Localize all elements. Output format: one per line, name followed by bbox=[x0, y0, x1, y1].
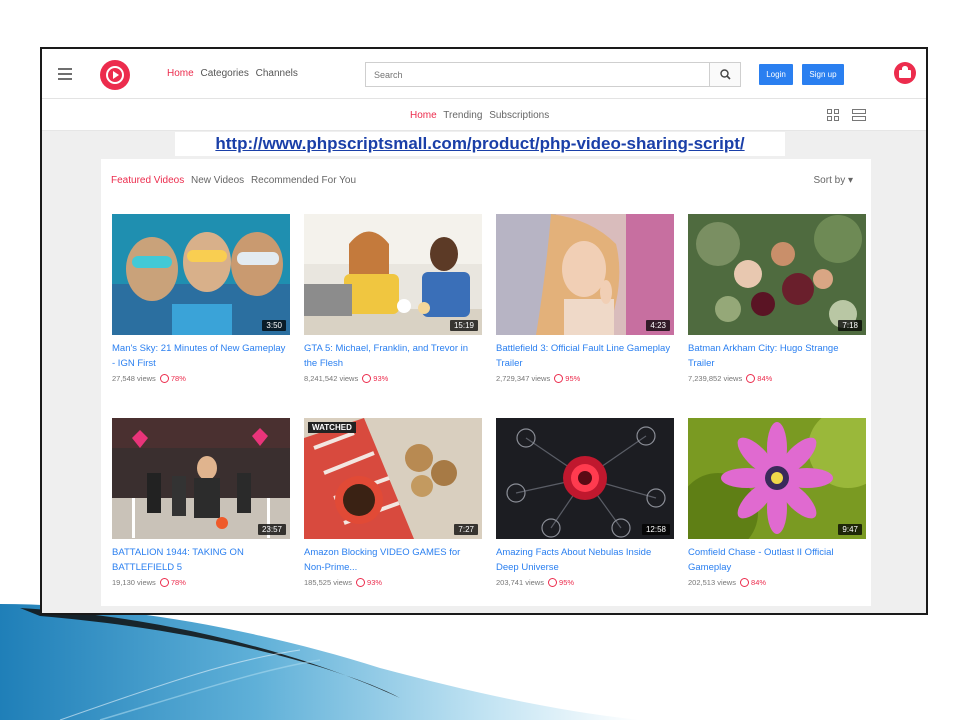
video-meta: 27,548 views 78% bbox=[112, 374, 290, 383]
view-count: 2,729,347 views bbox=[496, 374, 551, 383]
video-meta: 202,513 views 84% bbox=[688, 578, 866, 587]
video-card: 3:50 Man's Sky: 21 Minutes of New Gamepl… bbox=[112, 214, 290, 383]
rating-icon bbox=[356, 578, 366, 587]
rating-percent: 93% bbox=[373, 374, 389, 383]
screenshot-frame: Home Categories Channels Login Sign up bbox=[40, 47, 928, 615]
tab-new-videos[interactable]: New Videos bbox=[191, 175, 244, 186]
video-title[interactable]: GTA 5: Michael, Franklin, and Trevor in … bbox=[304, 341, 482, 371]
search-button[interactable] bbox=[709, 63, 740, 86]
video-title[interactable]: Amazing Facts About Nebulas Inside Deep … bbox=[496, 545, 674, 575]
video-card: 23:57 BATTALION 1944: TAKING ON BATTLEFI… bbox=[112, 418, 290, 587]
video-meta: 7,239,852 views 84% bbox=[688, 374, 866, 383]
rating-percent: 93% bbox=[367, 578, 383, 587]
nav-home[interactable]: Home bbox=[167, 68, 194, 79]
video-duration: 12:58 bbox=[641, 524, 670, 535]
search-icon bbox=[720, 69, 731, 80]
view-count: 27,548 views bbox=[112, 374, 156, 383]
video-meta: 2,729,347 views 95% bbox=[496, 374, 674, 383]
tab-recommended[interactable]: Recommended For You bbox=[251, 175, 356, 186]
video-card: 9:47 Comfield Chase - Outlast II Officia… bbox=[688, 418, 866, 587]
video-duration: 7:27 bbox=[454, 524, 478, 535]
subnav-subscriptions[interactable]: Subscriptions bbox=[489, 110, 549, 121]
video-thumbnail[interactable]: 7:18 bbox=[688, 214, 866, 335]
video-card: 7:18 Batman Arkham City: Hugo Strange Tr… bbox=[688, 214, 866, 383]
sort-by-dropdown[interactable]: Sort by ▾ bbox=[814, 175, 853, 186]
video-meta: 8,241,542 views 93% bbox=[304, 374, 482, 383]
video-title[interactable]: Man's Sky: 21 Minutes of New Gameplay - … bbox=[112, 341, 290, 371]
grid-view-icon[interactable] bbox=[827, 109, 839, 121]
video-duration: 15:19 bbox=[449, 320, 478, 331]
video-panel: Featured Videos New Videos Recommended F… bbox=[101, 159, 871, 606]
sub-nav: Home Trending Subscriptions bbox=[42, 99, 926, 131]
logo-icon[interactable] bbox=[100, 60, 130, 90]
rating-icon bbox=[548, 578, 558, 587]
video-card: 4:23 Battlefield 3: Official Fault Line … bbox=[496, 214, 674, 383]
video-duration: 7:18 bbox=[838, 320, 862, 331]
video-thumbnail[interactable]: WATCHED 7:27 bbox=[304, 418, 482, 539]
search-box bbox=[365, 62, 741, 87]
subnav-trending[interactable]: Trending bbox=[443, 110, 482, 121]
video-duration: 3:50 bbox=[262, 320, 286, 331]
list-view-icon[interactable] bbox=[852, 109, 866, 121]
subnav-links: Home Trending Subscriptions bbox=[410, 110, 553, 121]
view-count: 203,741 views bbox=[496, 578, 544, 587]
rating-icon bbox=[554, 374, 564, 383]
video-card: WATCHED 7:27 Amazon Blocking VIDEO GAMES… bbox=[304, 418, 482, 587]
view-count: 185,525 views bbox=[304, 578, 352, 587]
nav-channels[interactable]: Channels bbox=[256, 68, 298, 79]
video-thumbnail[interactable]: 9:47 bbox=[688, 418, 866, 539]
login-button[interactable]: Login bbox=[759, 64, 793, 85]
url-banner[interactable]: http://www.phpscriptsmall.com/product/ph… bbox=[175, 132, 785, 156]
video-title[interactable]: Amazon Blocking VIDEO GAMES for Non-Prim… bbox=[304, 545, 482, 575]
signup-button[interactable]: Sign up bbox=[802, 64, 844, 85]
view-count: 19,130 views bbox=[112, 578, 156, 587]
rating-icon bbox=[159, 374, 169, 383]
nav-categories[interactable]: Categories bbox=[200, 68, 248, 79]
top-nav: Home Categories Channels bbox=[167, 68, 302, 79]
subnav-home[interactable]: Home bbox=[410, 110, 437, 121]
video-thumbnail[interactable]: 3:50 bbox=[112, 214, 290, 335]
video-card: 12:58 Amazing Facts About Nebulas Inside… bbox=[496, 418, 674, 587]
video-meta: 19,130 views 78% bbox=[112, 578, 290, 587]
video-duration: 4:23 bbox=[646, 320, 670, 331]
video-meta: 185,525 views 93% bbox=[304, 578, 482, 587]
view-count: 8,241,542 views bbox=[304, 374, 359, 383]
video-title[interactable]: Batman Arkham City: Hugo Strange Trailer bbox=[688, 341, 866, 371]
rating-percent: 84% bbox=[757, 374, 773, 383]
rating-icon bbox=[746, 374, 756, 383]
video-meta: 203,741 views 95% bbox=[496, 578, 674, 587]
video-duration: 23:57 bbox=[257, 524, 286, 535]
video-duration: 9:47 bbox=[838, 524, 862, 535]
video-thumbnail[interactable]: 15:19 bbox=[304, 214, 482, 335]
rating-percent: 84% bbox=[751, 578, 767, 587]
rating-percent: 78% bbox=[170, 374, 186, 383]
video-title[interactable]: BATTALION 1944: TAKING ON BATTLEFIELD 5 bbox=[112, 545, 290, 575]
rating-icon bbox=[740, 578, 750, 587]
slide: Home Categories Channels Login Sign up bbox=[0, 0, 960, 720]
rating-percent: 78% bbox=[170, 578, 186, 587]
view-count: 202,513 views bbox=[688, 578, 736, 587]
video-title[interactable]: Comfield Chase - Outlast II Official Gam… bbox=[688, 545, 866, 575]
rating-icon bbox=[159, 578, 169, 587]
search-input[interactable] bbox=[366, 63, 709, 86]
watched-badge: WATCHED bbox=[308, 422, 356, 433]
tab-featured-videos[interactable]: Featured Videos bbox=[111, 175, 184, 186]
video-thumbnail[interactable]: 12:58 bbox=[496, 418, 674, 539]
video-title[interactable]: Battlefield 3: Official Fault Line Gamep… bbox=[496, 341, 674, 371]
top-bar: Home Categories Channels Login Sign up bbox=[42, 49, 926, 99]
rating-icon bbox=[362, 374, 372, 383]
hamburger-menu-icon[interactable] bbox=[58, 68, 72, 80]
upload-video-icon[interactable] bbox=[894, 62, 916, 84]
video-thumbnail[interactable]: 4:23 bbox=[496, 214, 674, 335]
video-tabs: Featured Videos New Videos Recommended F… bbox=[111, 175, 360, 186]
view-count: 7,239,852 views bbox=[688, 374, 743, 383]
video-card: 15:19 GTA 5: Michael, Franklin, and Trev… bbox=[304, 214, 482, 383]
video-thumbnail[interactable]: 23:57 bbox=[112, 418, 290, 539]
rating-percent: 95% bbox=[559, 578, 575, 587]
rating-percent: 95% bbox=[565, 374, 581, 383]
